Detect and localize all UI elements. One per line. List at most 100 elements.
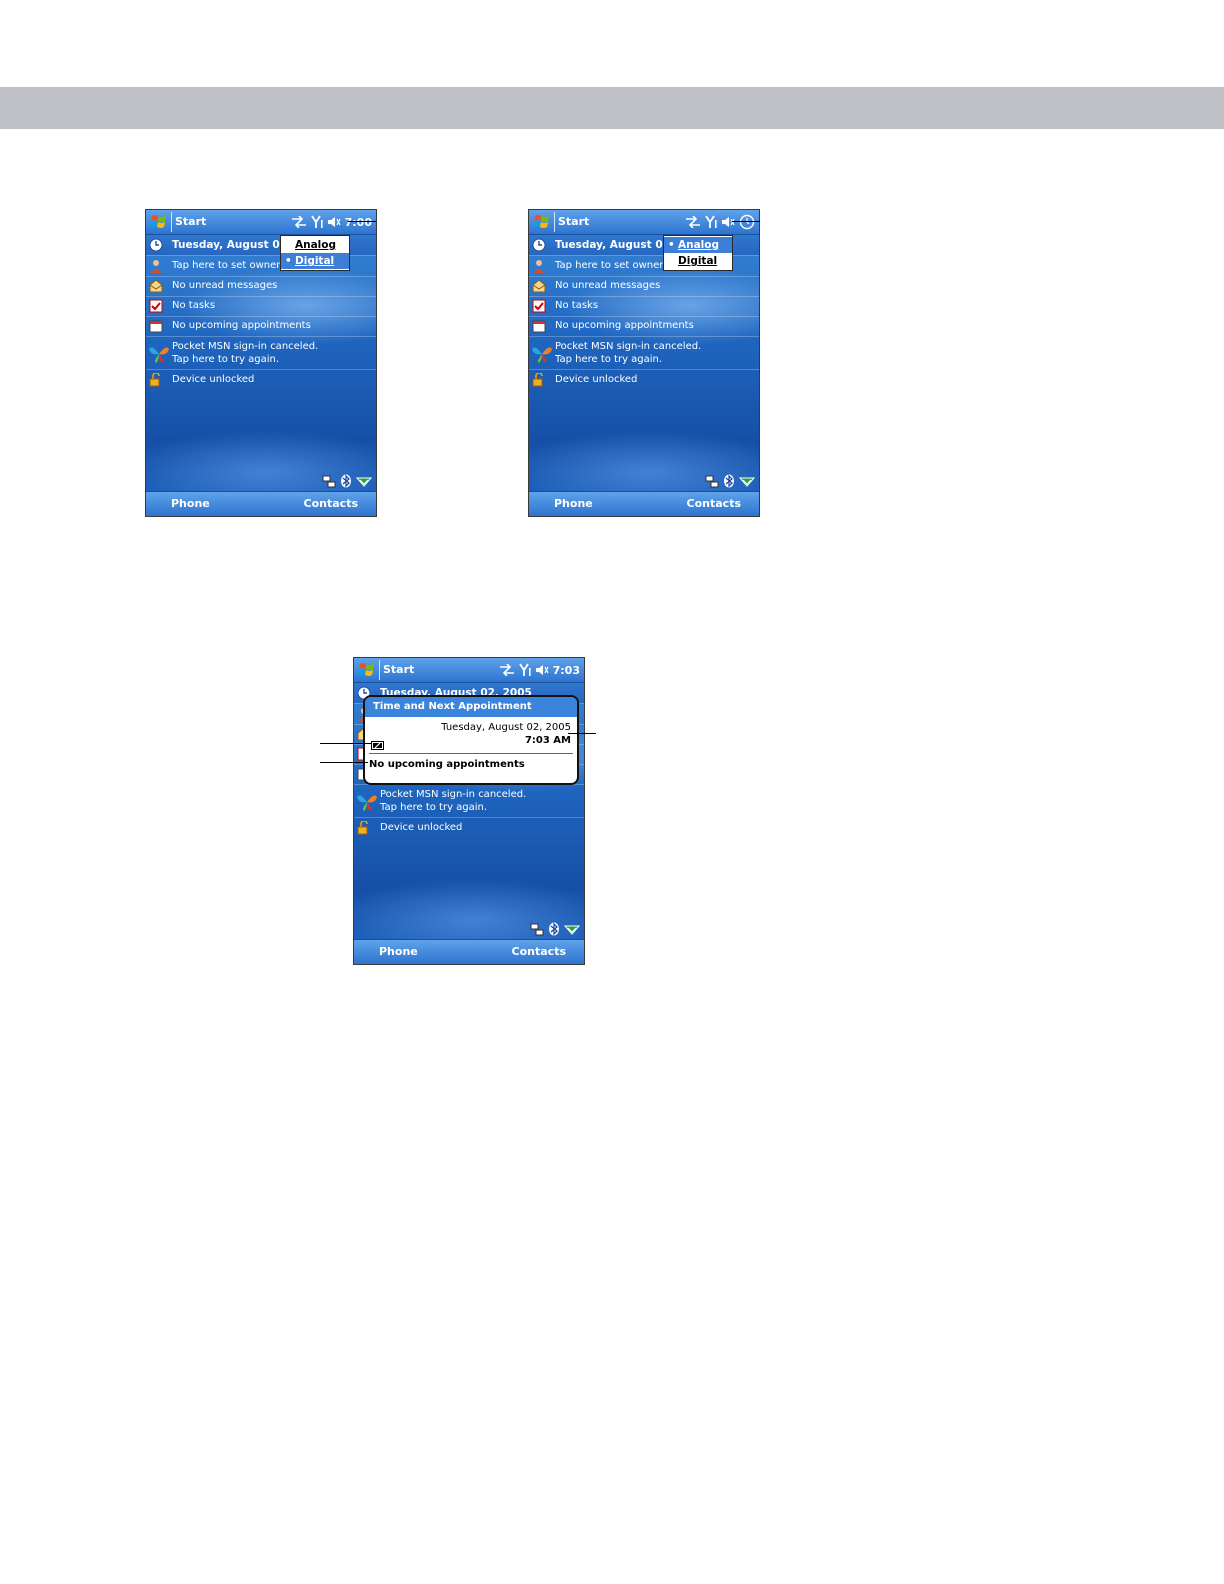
contacts-softkey[interactable]: Contacts [304, 497, 358, 510]
contacts-softkey[interactable]: Contacts [687, 497, 741, 510]
today-date-text: Tuesday, August 02 [555, 239, 670, 251]
menu-item-digital[interactable]: • Digital [281, 253, 349, 269]
msn-butterfly-icon [532, 347, 552, 363]
popup-divider [369, 753, 573, 754]
msn-row[interactable]: Pocket MSN sign-in canceled. Tap here to… [529, 337, 759, 370]
msn-line1: Pocket MSN sign-in canceled. [380, 789, 527, 800]
battery-icon [371, 741, 384, 750]
popup-appointment: No upcoming appointments [369, 759, 525, 770]
messages-row[interactable]: No unread messages [146, 276, 376, 297]
selected-bullet: • [285, 255, 292, 267]
windows-flag-icon[interactable] [358, 661, 376, 679]
network-icon[interactable] [530, 922, 544, 936]
callout-line-datetime [568, 733, 596, 734]
notification-icons [530, 922, 580, 936]
msn-text: Pocket MSN sign-in canceled. Tap here to… [380, 788, 526, 814]
owner-text: Tap here to set owner [172, 260, 281, 271]
tasks-text: No tasks [555, 300, 599, 311]
phone-softkey[interactable]: Phone [379, 945, 418, 958]
windows-flag-icon[interactable] [150, 213, 168, 231]
network-icon[interactable] [322, 474, 336, 488]
clock-style-menu: • Analog Digital [663, 235, 733, 271]
status-tray: 7:03 [499, 662, 580, 678]
notification-icons [705, 474, 755, 488]
wireless-icon[interactable] [356, 474, 372, 488]
connectivity-icon[interactable] [499, 664, 515, 676]
popup-time: 7:03 AM [524, 735, 571, 746]
msn-text: Pocket MSN sign-in canceled. Tap here to… [172, 340, 318, 366]
wireless-icon[interactable] [739, 474, 755, 488]
volume-muted-icon[interactable] [327, 216, 341, 228]
callout-line-clock-2 [732, 221, 760, 222]
signal-icon[interactable] [705, 215, 717, 229]
volume-muted-icon[interactable] [721, 216, 735, 228]
appointments-row[interactable]: No upcoming appointments [529, 316, 759, 337]
calendar-icon [532, 320, 546, 333]
clock-display[interactable]: 7:00 [345, 216, 372, 229]
callout-line-battery [320, 743, 372, 744]
menu-item-analog[interactable]: • Analog [664, 237, 732, 253]
status-tray: 7:00 [291, 214, 372, 230]
start-menu-label[interactable]: Start [558, 215, 589, 228]
popup-title: Time and Next Appointment [365, 697, 577, 717]
menu-item-digital[interactable]: Digital [664, 253, 732, 269]
start-separator [171, 212, 172, 232]
selected-bullet: • [668, 239, 675, 251]
windows-flag-icon[interactable] [533, 213, 551, 231]
start-menu-label[interactable]: Start [383, 663, 414, 676]
menu-item-digital-label: Digital [678, 255, 718, 267]
today-screen-digital: Start 7:00 Tuesday, August 02 Tap here t… [145, 209, 377, 517]
page-header-band [0, 87, 1224, 129]
contacts-softkey[interactable]: Contacts [512, 945, 566, 958]
msn-line2: Tap here to try again. [380, 802, 488, 813]
navigation-bar: Start [529, 210, 759, 235]
softkey-bar: Phone Contacts [146, 491, 376, 516]
clock-icon [532, 238, 546, 252]
msn-line1: Pocket MSN sign-in canceled. [172, 341, 319, 352]
connectivity-icon[interactable] [685, 216, 701, 228]
time-appointment-popup[interactable]: Time and Next Appointment Tuesday, Augus… [363, 695, 579, 785]
start-menu-label[interactable]: Start [175, 215, 206, 228]
analog-clock-icon[interactable] [739, 214, 755, 230]
volume-muted-icon[interactable] [535, 664, 549, 676]
lock-row[interactable]: Device unlocked [354, 818, 584, 838]
owner-icon [151, 260, 161, 273]
menu-item-analog[interactable]: Analog [281, 237, 349, 253]
tasks-row[interactable]: No tasks [529, 296, 759, 317]
clock-style-menu: Analog • Digital [280, 235, 350, 271]
phone-softkey[interactable]: Phone [171, 497, 210, 510]
msn-butterfly-icon [357, 795, 377, 811]
owner-icon [534, 260, 544, 273]
network-icon[interactable] [705, 474, 719, 488]
appointments-text: No upcoming appointments [172, 320, 311, 331]
tasks-icon [532, 299, 546, 313]
calendar-icon [149, 320, 163, 333]
signal-icon[interactable] [310, 215, 323, 229]
navigation-bar: Start 7:03 [354, 658, 584, 683]
bluetooth-icon[interactable] [339, 474, 353, 488]
owner-text: Tap here to set owner [555, 260, 664, 271]
msn-row[interactable]: Pocket MSN sign-in canceled. Tap here to… [146, 337, 376, 370]
navigation-bar: Start 7:00 [146, 210, 376, 235]
status-tray [685, 214, 755, 230]
appointments-row[interactable]: No upcoming appointments [146, 316, 376, 337]
connectivity-icon[interactable] [291, 216, 307, 228]
bluetooth-icon[interactable] [722, 474, 736, 488]
today-date-text: Tuesday, August 02 [172, 239, 287, 251]
start-separator [379, 660, 380, 680]
tasks-row[interactable]: No tasks [146, 296, 376, 317]
tasks-icon [149, 299, 163, 313]
notification-icons [322, 474, 372, 488]
lock-row[interactable]: Device unlocked [529, 370, 759, 390]
msn-row[interactable]: Pocket MSN sign-in canceled. Tap here to… [354, 785, 584, 818]
today-screen-time-popup: Start 7:03 Tuesday, August 02, 2005 Pock… [353, 657, 585, 965]
wireless-icon[interactable] [564, 922, 580, 936]
menu-item-analog-label: Analog [295, 239, 337, 251]
clock-display[interactable]: 7:03 [553, 664, 580, 677]
signal-icon[interactable] [518, 663, 531, 677]
softkey-bar: Phone Contacts [354, 939, 584, 964]
messages-row[interactable]: No unread messages [529, 276, 759, 297]
lock-row[interactable]: Device unlocked [146, 370, 376, 390]
phone-softkey[interactable]: Phone [554, 497, 593, 510]
bluetooth-icon[interactable] [547, 922, 561, 936]
